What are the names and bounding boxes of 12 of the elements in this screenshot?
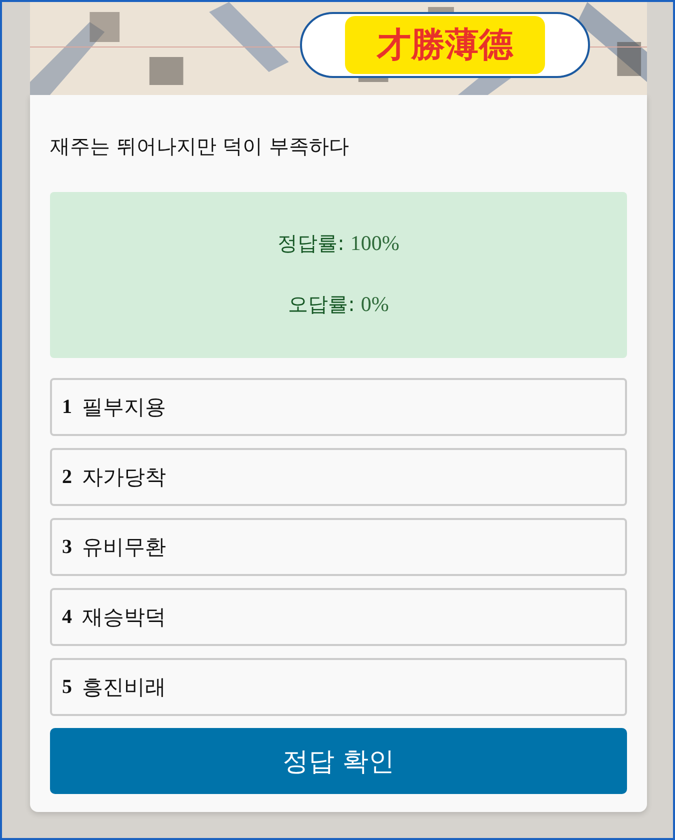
answer-option[interactable]: 4 재승박덕 bbox=[50, 588, 627, 646]
stat-value: 0% bbox=[360, 292, 389, 317]
answer-option[interactable]: 5 흥진비래 bbox=[50, 658, 627, 716]
submit-button[interactable]: 정답 확인 bbox=[50, 728, 627, 794]
stat-label: 오답률: bbox=[288, 291, 355, 318]
answer-option[interactable]: 2 자가당착 bbox=[50, 448, 627, 506]
question-text: 재주는 뛰어나지만 덕이 부족하다 bbox=[50, 133, 350, 160]
stat-value: 100% bbox=[350, 231, 400, 256]
answer-option[interactable]: 1 필부지용 bbox=[50, 378, 627, 436]
answer-option[interactable]: 3 유비무환 bbox=[50, 518, 627, 576]
badge-title: 才勝薄德 bbox=[345, 16, 545, 74]
stat-label: 정답률: bbox=[278, 230, 344, 257]
